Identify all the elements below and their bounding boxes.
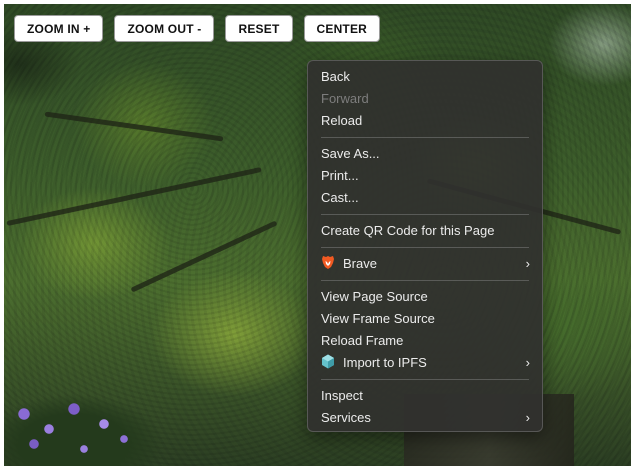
submenu-chevron-icon: › [525, 410, 530, 425]
context-menu: Back Forward Reload Save As... Print... … [307, 60, 543, 432]
menu-item-label: Create QR Code for this Page [321, 223, 495, 238]
menu-item-forward: Forward [308, 88, 542, 110]
menu-item-label: Inspect [321, 388, 363, 403]
submenu-chevron-icon: › [525, 256, 530, 271]
menu-item-create-qr-code[interactable]: Create QR Code for this Page [308, 220, 542, 242]
menu-item-inspect[interactable]: Inspect [308, 385, 542, 407]
menu-separator [321, 280, 529, 281]
zoom-in-button[interactable]: ZOOM IN + [14, 15, 104, 42]
menu-item-label: Print... [321, 168, 359, 183]
menu-item-cast[interactable]: Cast... [308, 187, 542, 209]
reset-button[interactable]: RESET [225, 15, 293, 42]
menu-separator [321, 247, 529, 248]
zoom-toolbar: ZOOM IN + ZOOM OUT - RESET CENTER [14, 15, 381, 42]
menu-item-reload-frame[interactable]: Reload Frame [308, 330, 542, 352]
menu-item-back[interactable]: Back [308, 66, 542, 88]
menu-item-print[interactable]: Print... [308, 165, 542, 187]
menu-item-label: View Page Source [321, 289, 428, 304]
menu-separator [321, 214, 529, 215]
menu-item-services[interactable]: Services › [308, 407, 542, 429]
menu-item-label: Reload Frame [321, 333, 404, 348]
purple-flowers [4, 384, 174, 466]
ipfs-cube-icon [321, 354, 337, 369]
menu-item-label: Brave [343, 256, 377, 271]
zoom-out-button[interactable]: ZOOM OUT - [114, 15, 215, 42]
menu-item-label: Forward [321, 91, 369, 106]
menu-item-label: Save As... [321, 146, 380, 161]
menu-item-view-page-source[interactable]: View Page Source [308, 286, 542, 308]
menu-separator [321, 137, 529, 138]
menu-separator [321, 379, 529, 380]
menu-item-view-frame-source[interactable]: View Frame Source [308, 308, 542, 330]
menu-item-label: View Frame Source [321, 311, 435, 326]
menu-item-label: Import to IPFS [343, 355, 427, 370]
menu-item-label: Back [321, 69, 350, 84]
menu-item-label: Services [321, 410, 371, 425]
submenu-chevron-icon: › [525, 355, 530, 370]
menu-item-reload[interactable]: Reload [308, 110, 542, 132]
menu-item-brave[interactable]: Brave › [308, 253, 542, 275]
menu-item-import-to-ipfs[interactable]: Import to IPFS › [308, 352, 542, 374]
brave-lion-icon [321, 255, 337, 269]
menu-item-save-as[interactable]: Save As... [308, 143, 542, 165]
menu-item-label: Reload [321, 113, 363, 128]
center-button[interactable]: CENTER [303, 15, 381, 42]
menu-item-label: Cast... [321, 190, 359, 205]
